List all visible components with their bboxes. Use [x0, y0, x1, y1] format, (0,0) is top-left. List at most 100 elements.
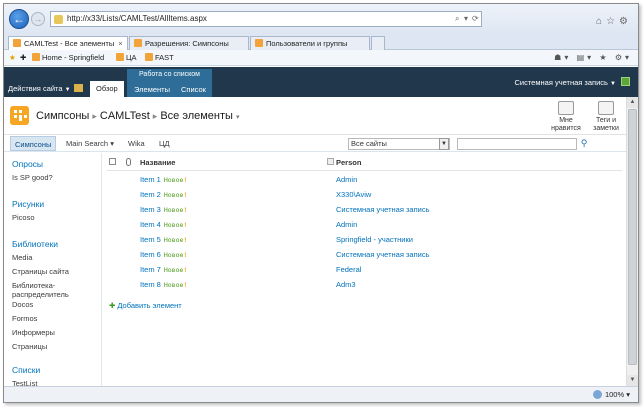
- vertical-scrollbar[interactable]: ▲ ▼: [626, 97, 638, 386]
- search-icon[interactable]: ⌕: [455, 14, 459, 24]
- person-link[interactable]: Admin: [336, 220, 357, 229]
- close-tab-icon[interactable]: ×: [118, 39, 122, 48]
- ql-item[interactable]: Formos: [12, 314, 37, 323]
- site-actions-menu[interactable]: Действия сайта ▼: [8, 84, 71, 93]
- favorites-star-icon[interactable]: ★: [9, 53, 16, 62]
- item-link[interactable]: Item 2 Новое!: [140, 190, 187, 199]
- breadcrumb: Симпсоны ▸ CAMLTest ▸ Все элементы ▾: [36, 110, 240, 122]
- new-mark: !: [183, 266, 188, 274]
- item-title: Item 6: [140, 250, 161, 259]
- settings-gear-icon[interactable]: ⚙: [619, 16, 632, 27]
- table-row: Item 5 Новое! Springfield - участники: [103, 232, 626, 247]
- like-button[interactable]: Мне нравится: [546, 99, 586, 133]
- favorite-link[interactable]: FAST: [145, 53, 174, 62]
- item-link[interactable]: Item 1 Новое!: [140, 175, 187, 184]
- ql-heading-surveys[interactable]: Опросы: [12, 159, 43, 169]
- browser-tab[interactable]: Пользователи и группы: [250, 36, 370, 50]
- item-link[interactable]: Item 7 Новое!: [140, 265, 187, 274]
- user-menu[interactable]: Системная учетная запись ▼: [514, 78, 616, 87]
- tab-list[interactable]: Список: [181, 85, 206, 94]
- item-link[interactable]: Item 3 Новое!: [140, 205, 187, 214]
- topnav-item-wika[interactable]: Wika: [128, 139, 145, 148]
- ql-heading-libraries[interactable]: Библиотеки: [12, 239, 58, 249]
- topnav-item-cd[interactable]: ЦД: [159, 139, 170, 148]
- home-page-icon[interactable]: ☗: [554, 53, 564, 62]
- topnav-item-main-search[interactable]: Main Search ▾: [66, 139, 114, 148]
- item-link[interactable]: Item 4 Новое!: [140, 220, 187, 229]
- list-tools-title: Работа со списком: [138, 71, 200, 78]
- item-link[interactable]: Item 5 Новое!: [140, 235, 187, 244]
- favorite-link[interactable]: Home - Springfield: [32, 53, 104, 62]
- table-row: Item 1 Новое! Admin: [103, 172, 626, 187]
- ql-item[interactable]: Библиотека-распределитель: [12, 281, 94, 299]
- person-link[interactable]: Системная учетная запись: [336, 250, 429, 259]
- navigate-up-icon[interactable]: [74, 84, 83, 92]
- ql-heading-lists[interactable]: Списки: [12, 365, 40, 375]
- site-actions-label: Действия сайта: [8, 84, 63, 93]
- person-link[interactable]: Federal: [336, 265, 361, 274]
- tab-items[interactable]: Элементы: [134, 85, 170, 94]
- tags-notes-button[interactable]: Теги и заметки: [586, 99, 626, 133]
- item-link[interactable]: Item 8 Новое!: [140, 280, 187, 289]
- add-item-link[interactable]: ✚ Добавить элемент: [109, 301, 182, 310]
- edit-page-icon[interactable]: [621, 77, 630, 86]
- zoom-control[interactable]: 100% ▾: [592, 390, 630, 399]
- ql-item[interactable]: Docos: [12, 300, 33, 309]
- back-button[interactable]: ←: [9, 9, 29, 29]
- new-label: Новое: [163, 176, 184, 184]
- user-name: Системная учетная запись: [514, 78, 608, 87]
- site-logo[interactable]: [10, 106, 29, 125]
- person-link[interactable]: Системная учетная запись: [336, 205, 429, 214]
- search-scope-value: Все сайты: [351, 139, 387, 148]
- ql-item[interactable]: Is SP good?: [12, 173, 53, 182]
- column-header-person[interactable]: Person: [336, 158, 361, 167]
- chevron-down-icon[interactable]: ▾: [236, 114, 240, 121]
- ql-item[interactable]: Информеры: [12, 328, 55, 337]
- item-link[interactable]: Item 6 Новое!: [140, 250, 187, 259]
- item-title: Item 8: [140, 280, 161, 289]
- breadcrumb-list[interactable]: CAMLTest: [100, 110, 150, 122]
- scroll-down-icon[interactable]: ▼: [627, 375, 638, 386]
- scrollbar-thumb[interactable]: [628, 109, 637, 365]
- forward-button[interactable]: →: [31, 12, 45, 26]
- ql-item[interactable]: Media: [12, 253, 32, 262]
- new-label: Новое: [163, 191, 184, 199]
- favorite-link[interactable]: ЦА: [116, 53, 137, 62]
- search-input[interactable]: [457, 138, 577, 150]
- search-scope-select[interactable]: Все сайты ▼: [348, 138, 450, 150]
- chevron-down-icon[interactable]: ▼: [439, 138, 449, 150]
- refresh-icon[interactable]: ⟳: [472, 14, 479, 23]
- person-link[interactable]: X330\Aviw: [336, 190, 371, 199]
- new-badge: Новое!: [164, 191, 188, 199]
- new-mark: !: [183, 251, 188, 259]
- dropdown-icon[interactable]: ▾: [464, 14, 468, 23]
- safety-menu-icon[interactable]: ★: [599, 53, 609, 62]
- browser-tab[interactable]: Разрешения: Симпсоны: [129, 36, 249, 50]
- topnav-item-simpsons[interactable]: Симпсоны: [10, 136, 57, 151]
- column-header-title[interactable]: Название: [140, 158, 175, 167]
- presence-icon: [327, 158, 334, 165]
- address-field[interactable]: http://x33/Lists/CAMLTest/AllItems.aspx …: [50, 11, 482, 27]
- breadcrumb-view[interactable]: Все элементы: [160, 110, 233, 122]
- browser-tab-active[interactable]: CAMLTest - Все элементы ×: [8, 36, 128, 50]
- person-link[interactable]: Springfield - участники: [336, 235, 413, 244]
- favorites-star-icon[interactable]: ☆: [606, 16, 619, 27]
- person-link[interactable]: Adm3: [336, 280, 356, 289]
- add-favorite-icon[interactable]: ✚: [20, 53, 26, 62]
- ql-heading-pictures[interactable]: Рисунки: [12, 199, 44, 209]
- scroll-up-icon[interactable]: ▲: [627, 97, 638, 108]
- home-icon[interactable]: ⌂: [596, 16, 606, 27]
- ql-item[interactable]: Picoso: [12, 213, 35, 222]
- select-all-checkbox[interactable]: [109, 158, 116, 165]
- new-tab-button[interactable]: [371, 36, 385, 50]
- tab-browse[interactable]: Обзор: [90, 81, 124, 97]
- search-icon[interactable]: ⚲: [578, 138, 590, 150]
- breadcrumb-site[interactable]: Симпсоны: [36, 110, 89, 122]
- page-menu-icon[interactable]: ▤: [577, 53, 588, 62]
- zoom-icon: [592, 390, 602, 399]
- person-link[interactable]: Admin: [336, 175, 357, 184]
- tools-gear-icon[interactable]: ⚙: [615, 53, 625, 62]
- new-badge: Новое!: [164, 266, 188, 274]
- ql-item[interactable]: Страницы: [12, 342, 47, 351]
- ql-item[interactable]: Страницы сайта: [12, 267, 69, 276]
